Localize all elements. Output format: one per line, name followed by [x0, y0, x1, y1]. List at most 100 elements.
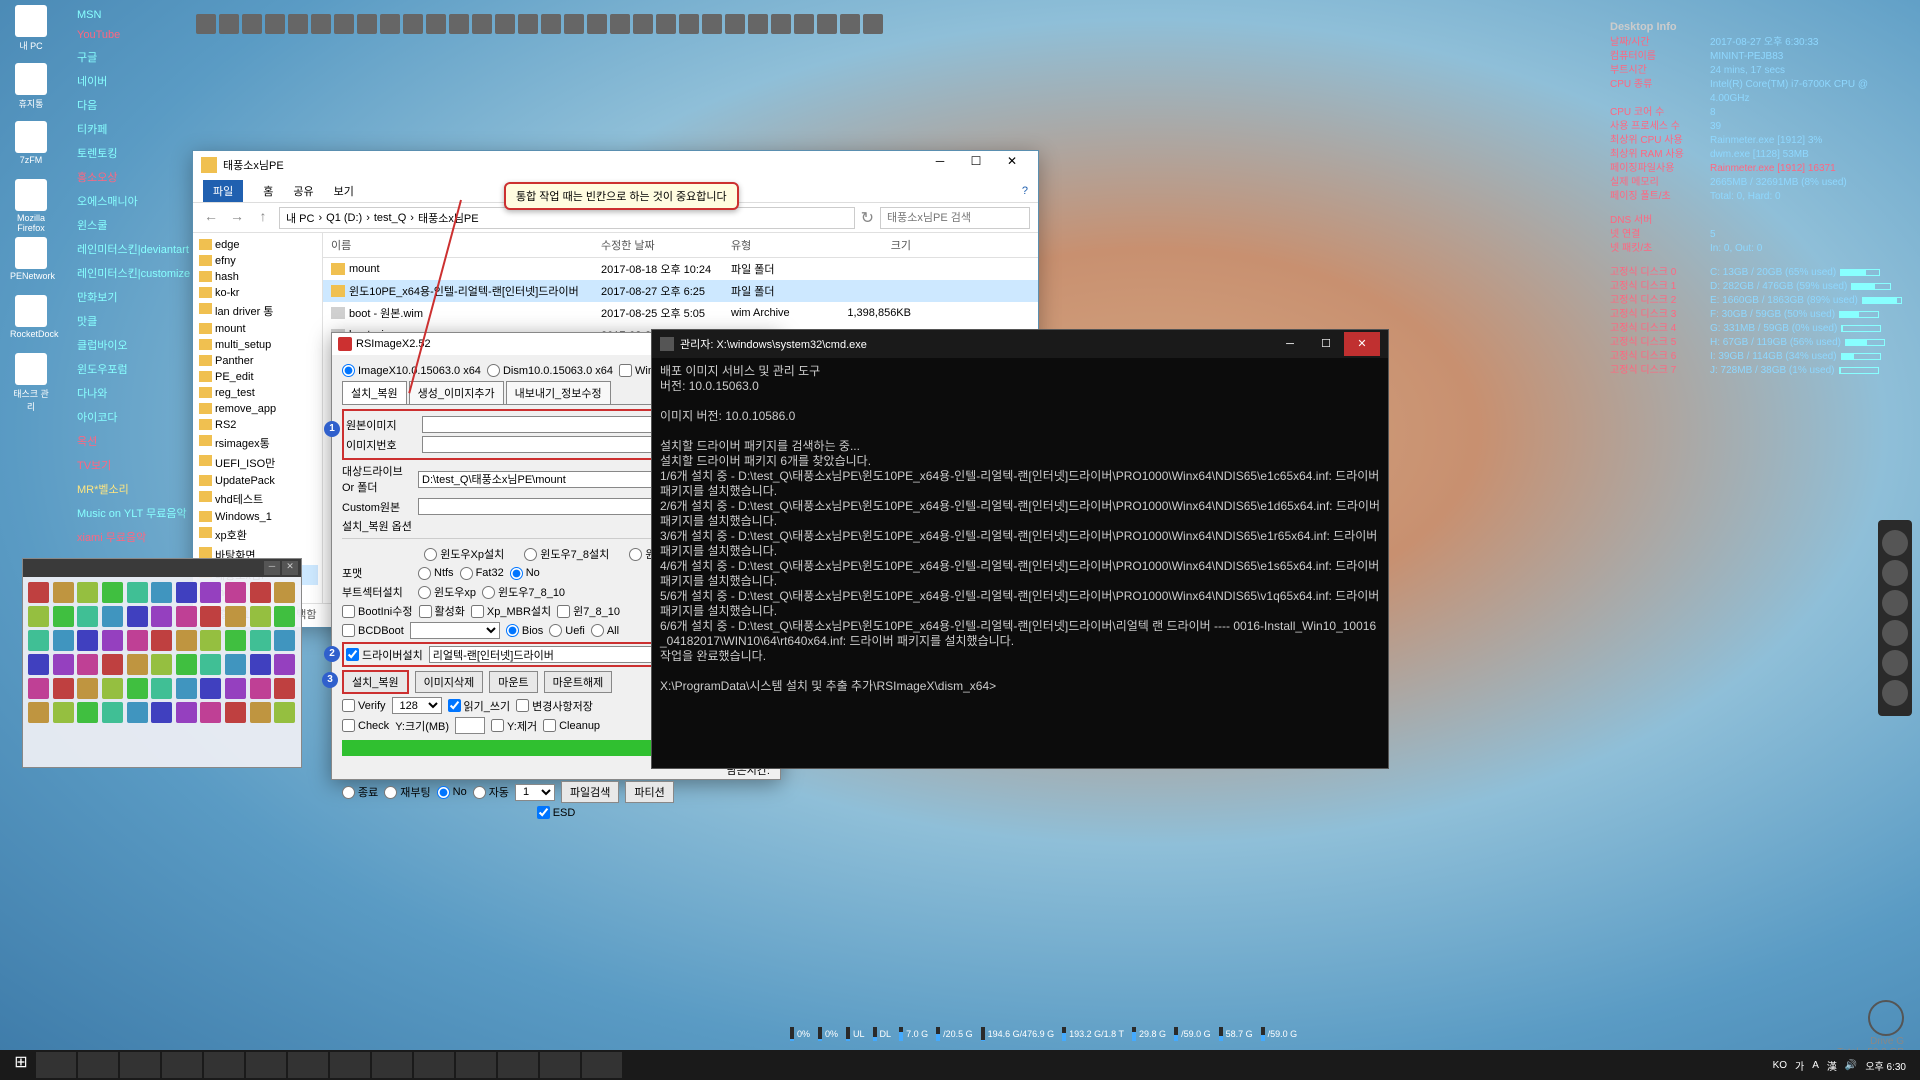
check-activate[interactable]: 활성화: [419, 603, 465, 619]
check-bootini[interactable]: BootIni수정: [342, 603, 413, 619]
tool-item[interactable]: [151, 654, 172, 675]
cmd-maximize[interactable]: ☐: [1308, 332, 1344, 356]
ribbon-tab[interactable]: 공유: [293, 183, 313, 199]
tool-item[interactable]: [102, 606, 123, 627]
desktop-link[interactable]: YouTube: [75, 25, 205, 45]
tool-item[interactable]: [274, 630, 295, 651]
launcher-item[interactable]: [610, 14, 630, 34]
up-button[interactable]: ↑: [253, 208, 273, 228]
taskbar-item[interactable]: [372, 1052, 412, 1078]
check-w78[interactable]: 윈7_8_10: [557, 603, 620, 619]
ribbon-tab[interactable]: 보기: [334, 183, 354, 199]
tool-item[interactable]: [250, 630, 271, 651]
radio-all[interactable]: All: [591, 624, 619, 637]
tool-item[interactable]: [176, 630, 197, 651]
tool-min[interactable]: ─: [264, 561, 280, 575]
desktop-link[interactable]: 윈스쿨: [75, 213, 205, 237]
tree-item[interactable]: ko-kr: [197, 285, 318, 301]
dock-item[interactable]: [1882, 560, 1908, 586]
dock-item[interactable]: [1882, 620, 1908, 646]
tool-item[interactable]: [28, 630, 49, 651]
radio-end[interactable]: 종료: [342, 784, 378, 800]
tree-item[interactable]: multi_setup: [197, 337, 318, 353]
column-header[interactable]: 수정한 날짜: [601, 237, 731, 253]
column-header[interactable]: 유형: [731, 237, 831, 253]
desktop-link[interactable]: 다나와: [75, 381, 205, 405]
tool-item[interactable]: [102, 654, 123, 675]
tree-item[interactable]: Windows_1: [197, 509, 318, 525]
back-button[interactable]: ←: [201, 208, 221, 228]
taskbar-item[interactable]: [582, 1052, 622, 1078]
desktop-icon[interactable]: 휴지통: [10, 63, 52, 115]
tray-item[interactable]: KO: [1773, 1060, 1787, 1071]
partition-button[interactable]: 파티션: [625, 781, 673, 803]
desktop-link[interactable]: 구글: [75, 45, 205, 69]
desktop-link[interactable]: 레인미터스킨|customize: [75, 261, 205, 285]
desktop-link[interactable]: 아이코다: [75, 405, 205, 429]
launcher-item[interactable]: [219, 14, 239, 34]
check-verify[interactable]: Verify: [342, 699, 386, 712]
desktop-link[interactable]: 옥션: [75, 429, 205, 453]
tool-item[interactable]: [77, 582, 98, 603]
tool-item[interactable]: [200, 702, 221, 723]
launcher-item[interactable]: [311, 14, 331, 34]
breadcrumb-item[interactable]: 내 PC: [286, 210, 314, 226]
tool-item[interactable]: [225, 582, 246, 603]
tree-item[interactable]: reg_test: [197, 385, 318, 401]
desktop-link[interactable]: 홍소오상: [75, 165, 205, 189]
tool-item[interactable]: [151, 702, 172, 723]
desktop-link[interactable]: xiami 무료음악: [75, 525, 205, 549]
tree-item[interactable]: vhd테스트: [197, 489, 318, 509]
taskbar-item[interactable]: [78, 1052, 118, 1078]
check-xpmbr[interactable]: Xp_MBR설치: [471, 603, 551, 619]
launcher-item[interactable]: [426, 14, 446, 34]
cmd-close[interactable]: ✕: [1344, 332, 1380, 356]
check-check[interactable]: Check: [342, 719, 389, 732]
launcher-item[interactable]: [771, 14, 791, 34]
ribbon-tab[interactable]: 파일: [203, 180, 243, 202]
tool-item[interactable]: [225, 702, 246, 723]
search-input[interactable]: [880, 207, 1030, 229]
desktop-icon[interactable]: 태스크 관리: [10, 353, 52, 405]
image-delete-button[interactable]: 이미지삭제: [415, 671, 484, 693]
radio-bios[interactable]: Bios: [506, 624, 543, 637]
tree-item[interactable]: xp호환: [197, 525, 318, 545]
taskbar-item[interactable]: [120, 1052, 160, 1078]
tray-icon[interactable]: 🔊: [1845, 1060, 1857, 1071]
tree-item[interactable]: UEFI_ISO만: [197, 453, 318, 473]
system-tray[interactable]: KO가A漢🔊오후 6:30: [1773, 1058, 1914, 1073]
launcher-item[interactable]: [564, 14, 584, 34]
radio-imagex[interactable]: ImageX10.0.15063.0 x64: [342, 364, 481, 377]
tree-item[interactable]: UpdatePack: [197, 473, 318, 489]
rs-tab[interactable]: 생성_이미지추가: [409, 381, 504, 404]
tool-item[interactable]: [127, 654, 148, 675]
tool-item[interactable]: [53, 630, 74, 651]
tree-item[interactable]: mount: [197, 321, 318, 337]
tool-item[interactable]: [102, 630, 123, 651]
start-button[interactable]: ⊞: [6, 1052, 36, 1078]
close-button[interactable]: ✕: [994, 154, 1030, 176]
radio-no-format[interactable]: No: [510, 567, 540, 580]
tool-item[interactable]: [77, 678, 98, 699]
tool-item[interactable]: [274, 654, 295, 675]
desktop-icon[interactable]: 내 PC: [10, 5, 52, 57]
tray-item[interactable]: 漢: [1827, 1058, 1837, 1073]
tool-item[interactable]: [200, 582, 221, 603]
launcher-item[interactable]: [748, 14, 768, 34]
file-search-button[interactable]: 파일검색: [561, 781, 619, 803]
radio-78[interactable]: 윈도우7_8설치: [524, 546, 609, 562]
radio-boot-78[interactable]: 윈도우7_8_10: [482, 584, 565, 600]
clock[interactable]: 오후 6:30: [1865, 1058, 1906, 1073]
tool-item[interactable]: [200, 654, 221, 675]
tool-item[interactable]: [53, 678, 74, 699]
launcher-item[interactable]: [357, 14, 377, 34]
check-rw[interactable]: 읽기_쓰기: [448, 698, 511, 714]
tree-item[interactable]: hash: [197, 269, 318, 285]
tool-item[interactable]: [274, 678, 295, 699]
desktop-link[interactable]: 맛클: [75, 309, 205, 333]
launcher-item[interactable]: [794, 14, 814, 34]
file-row[interactable]: 윈도10PE_x64용-인텔-리얼텍-랜[인터넷]드라이버2017-08-27 …: [323, 280, 1038, 302]
launcher-item[interactable]: [725, 14, 745, 34]
tool-item[interactable]: [127, 630, 148, 651]
desktop-icon[interactable]: PENetwork: [10, 237, 52, 289]
